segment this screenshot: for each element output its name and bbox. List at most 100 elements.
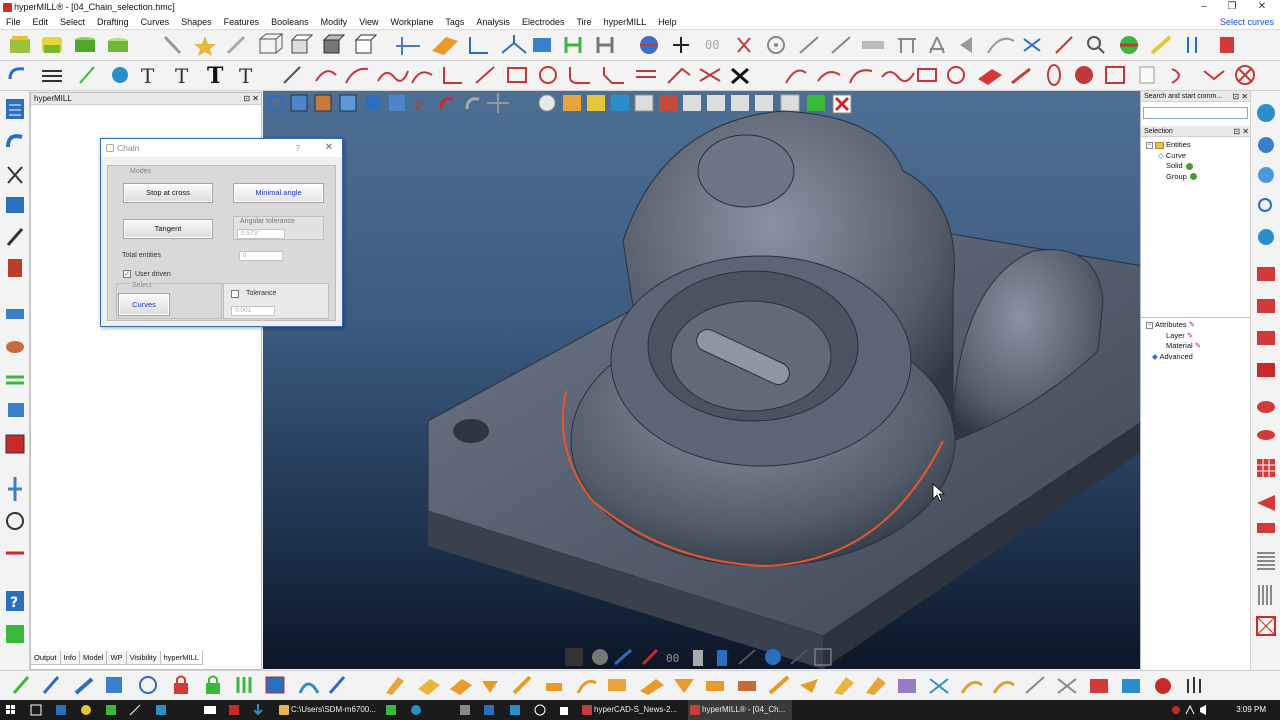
star-icon[interactable] bbox=[194, 36, 216, 56]
curve-pink2-icon[interactable] bbox=[817, 71, 841, 82]
tree-node-layer[interactable]: Layer ✎ bbox=[1146, 331, 1201, 342]
exit-icon[interactable] bbox=[6, 625, 24, 643]
loop-icon[interactable] bbox=[947, 66, 965, 84]
menu-drafting[interactable]: Drafting bbox=[91, 15, 135, 30]
surface-red-icon[interactable] bbox=[978, 69, 1002, 85]
curve-red-icon[interactable] bbox=[315, 70, 337, 82]
tab-wp[interactable]: WP bbox=[106, 651, 127, 665]
bars-green-icon[interactable] bbox=[236, 677, 252, 693]
cube-hidden-icon[interactable] bbox=[354, 34, 378, 54]
search-close-icon[interactable]: ✕ bbox=[1241, 92, 1248, 101]
red-pattern-icon[interactable] bbox=[1256, 616, 1276, 636]
bottom-sweep-icon[interactable] bbox=[960, 680, 983, 694]
restore-button[interactable]: ❐ bbox=[1218, 0, 1246, 15]
task-view-icon[interactable] bbox=[30, 704, 42, 716]
undo-icon[interactable] bbox=[8, 67, 25, 80]
timer-icon[interactable] bbox=[6, 512, 24, 530]
trim2-icon[interactable] bbox=[699, 68, 721, 82]
menu-edit[interactable]: Edit bbox=[27, 15, 55, 30]
dim2-icon[interactable]: 00 bbox=[666, 652, 679, 665]
download-icon[interactable] bbox=[253, 704, 263, 716]
bottom-orange3-icon[interactable] bbox=[512, 675, 532, 695]
tolerance-checkbox[interactable] bbox=[231, 290, 239, 298]
arc-point-icon[interactable] bbox=[411, 71, 433, 84]
taskbar-hypercad-news[interactable]: hyperCAD-S_News-2... bbox=[580, 700, 684, 720]
curves-button[interactable]: Curves bbox=[118, 293, 170, 316]
grid2-icon[interactable] bbox=[814, 648, 832, 666]
menu-tire[interactable]: Tire bbox=[570, 15, 597, 30]
bottom-orange12-icon[interactable] bbox=[800, 679, 818, 693]
wave-icon[interactable] bbox=[881, 71, 915, 83]
text-t4-icon[interactable]: T bbox=[239, 64, 253, 88]
align-icon[interactable] bbox=[8, 477, 22, 501]
red-grid-icon[interactable] bbox=[1257, 459, 1275, 477]
bottom-yellow2-icon[interactable] bbox=[418, 679, 440, 695]
text-lines-icon[interactable] bbox=[42, 70, 62, 82]
tap-icon[interactable] bbox=[112, 67, 128, 83]
line3-icon[interactable] bbox=[738, 649, 756, 665]
selection-close-icon[interactable]: ✕ bbox=[1242, 127, 1249, 136]
h-grey-icon[interactable] bbox=[596, 37, 614, 53]
scissors-icon[interactable] bbox=[1023, 38, 1041, 52]
volume-icon[interactable] bbox=[1200, 705, 1206, 715]
offset-icon[interactable] bbox=[636, 70, 656, 78]
bottom-orange13-icon[interactable] bbox=[834, 677, 854, 695]
bottom-robot-icon[interactable] bbox=[1090, 679, 1108, 693]
axis-xyz-icon[interactable] bbox=[501, 35, 527, 54]
tree-node-attributes[interactable]: − Attributes ✎ bbox=[1146, 320, 1201, 331]
tangent-button[interactable]: Tangent bbox=[123, 219, 213, 239]
blue-arrow-icon[interactable] bbox=[6, 134, 23, 148]
user-driven-checkbox[interactable]: ✓ bbox=[123, 270, 131, 278]
red-cube2-icon[interactable] bbox=[1257, 299, 1275, 313]
spark-icon[interactable] bbox=[641, 648, 659, 666]
line2-icon[interactable] bbox=[831, 36, 851, 54]
mail-icon[interactable] bbox=[484, 705, 494, 715]
network-icon[interactable] bbox=[1185, 704, 1195, 715]
bottom-spark-icon[interactable] bbox=[1057, 678, 1077, 694]
table-icon[interactable] bbox=[898, 38, 916, 53]
red-block-icon[interactable] bbox=[1220, 37, 1234, 53]
tab-hypermill[interactable]: hyperMILL bbox=[159, 651, 203, 665]
tree-node-solid[interactable]: Solid bbox=[1146, 161, 1197, 172]
bottom-orange10-icon[interactable] bbox=[738, 681, 756, 691]
chamfer-icon[interactable] bbox=[603, 67, 624, 84]
menu-features[interactable]: Features bbox=[218, 15, 266, 30]
menu-file[interactable]: File bbox=[0, 15, 27, 30]
cross-block-icon[interactable] bbox=[1105, 66, 1125, 84]
tree-node-material[interactable]: Material ✎ bbox=[1146, 341, 1201, 352]
drill-bottom-icon[interactable] bbox=[12, 676, 30, 694]
extend-icon[interactable] bbox=[667, 67, 691, 84]
dialog-help-button[interactable]: ? bbox=[295, 139, 300, 157]
sphere-blue-icon[interactable] bbox=[1258, 137, 1274, 153]
dim-line-icon[interactable] bbox=[283, 66, 301, 84]
pointer-icon[interactable] bbox=[163, 35, 182, 55]
search-command-input[interactable] bbox=[1143, 107, 1248, 119]
menu-hypermill[interactable]: hyperMILL bbox=[598, 15, 653, 30]
dim-icon[interactable]: 00 bbox=[705, 38, 719, 52]
globe-icon[interactable] bbox=[640, 36, 658, 54]
zoom-icon[interactable] bbox=[1087, 36, 1105, 54]
lock-green-icon[interactable] bbox=[206, 675, 220, 695]
calc-icon[interactable] bbox=[510, 705, 520, 715]
measure-icon[interactable] bbox=[862, 41, 884, 49]
bottom-orange6-icon[interactable] bbox=[608, 679, 626, 691]
menu-workplane[interactable]: Workplane bbox=[385, 15, 440, 30]
tree-node-advanced[interactable]: ◆ Advanced bbox=[1146, 352, 1201, 363]
trim-icon[interactable] bbox=[1055, 36, 1073, 54]
probe-icon[interactable] bbox=[139, 676, 157, 694]
plane-orange-icon[interactable] bbox=[432, 37, 458, 55]
point-icon[interactable] bbox=[737, 37, 751, 53]
circle-icon[interactable] bbox=[539, 66, 557, 84]
stop-at-cross-button[interactable]: Stop at cross bbox=[123, 183, 213, 203]
menu-help[interactable]: Help bbox=[652, 15, 683, 30]
yellow-tool-icon[interactable] bbox=[1150, 35, 1172, 55]
layers-green-icon[interactable] bbox=[6, 375, 24, 385]
tripod-icon[interactable] bbox=[929, 36, 945, 54]
globe-blue-icon[interactable] bbox=[1257, 104, 1275, 122]
tab-visibility[interactable]: Visibility bbox=[125, 651, 161, 665]
red-cylinder-icon[interactable] bbox=[1257, 430, 1275, 440]
circle-point-icon[interactable] bbox=[767, 36, 785, 54]
tab-output[interactable]: Output bbox=[30, 651, 61, 665]
app2-icon[interactable] bbox=[460, 705, 470, 715]
diag-icon[interactable] bbox=[475, 66, 495, 84]
